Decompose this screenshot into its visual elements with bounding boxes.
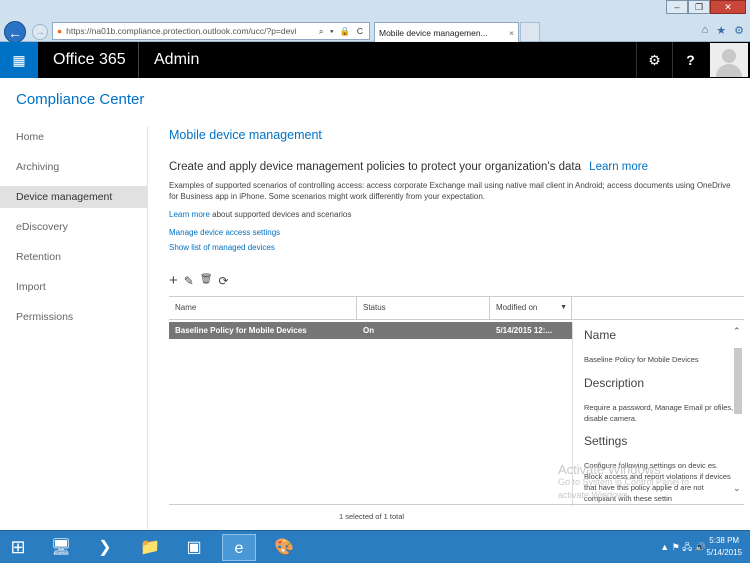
taskbar-ie-icon[interactable]: e <box>222 534 256 561</box>
watermark-title: Activate Windows <box>558 462 661 477</box>
avatar-head <box>722 49 736 63</box>
nav-item-retention[interactable]: Retention <box>0 246 147 268</box>
learn-more-line: Learn more about supported devices and s… <box>169 210 351 219</box>
main-content: Mobile device management Create and appl… <box>169 128 744 252</box>
address-url: https://na01b.compliance.protection.outl… <box>66 26 297 36</box>
scroll-thumb[interactable] <box>734 348 742 414</box>
taskbar-powershell-icon[interactable]: ❯ <box>88 534 122 561</box>
avatar[interactable] <box>710 43 748 77</box>
column-header-modified-label: Modified on <box>496 303 538 312</box>
column-header-name[interactable]: Name <box>169 297 357 319</box>
grid-header: Name Status Modified on ▼ <box>169 296 744 320</box>
clock-date: 5/14/2015 <box>706 548 742 557</box>
headline: Create and apply device management polic… <box>169 161 648 173</box>
column-header-status[interactable]: Status <box>357 297 490 319</box>
headline-learn-more-link[interactable]: Learn more <box>589 161 648 173</box>
start-button[interactable]: ⊞ <box>6 536 30 558</box>
help-icon[interactable]: ? <box>672 42 708 78</box>
section-title[interactable]: Admin <box>154 51 199 69</box>
add-icon[interactable]: + <box>169 273 178 288</box>
delete-icon[interactable]: 🗑 <box>200 274 213 288</box>
favorites-icon[interactable]: ★ <box>716 24 726 37</box>
new-tab-button[interactable] <box>520 22 540 42</box>
app-launcher-icon[interactable]: ▦ <box>0 42 38 78</box>
restore-button[interactable]: ❐ <box>688 0 710 14</box>
browser-chrome: – ❐ ✕ ← → ● https://na01b.compliance.pro… <box>0 0 750 43</box>
site-icon: ● <box>57 26 63 36</box>
taskbar: ⊞ 🖥 ❯ 📁 ▣ e 🎨 ▲ ⚑ 🖧 🔊 5:38 PM 5/14/2015 <box>0 530 750 563</box>
nav-item-archiving[interactable]: Archiving <box>0 156 147 178</box>
page-title: Compliance Center <box>16 91 145 108</box>
close-window-button[interactable]: ✕ <box>710 0 746 14</box>
table-row[interactable]: Baseline Policy for Mobile Devices On 5/… <box>169 322 572 339</box>
row-modified: 5/14/2015 12:... <box>496 326 553 335</box>
show-managed-devices-link[interactable]: Show list of managed devices <box>169 243 275 252</box>
tools-icon[interactable]: ⚙ <box>734 24 744 37</box>
sort-icon[interactable]: ▼ <box>560 297 567 319</box>
grid-toolbar: + ✎ 🗑 ⟳ <box>169 273 229 288</box>
row-status: On <box>363 326 375 335</box>
details-description-value: Require a password, Manage Email pr ofil… <box>584 403 734 423</box>
scroll-up-icon[interactable]: ⌃ <box>733 326 741 337</box>
nav-divider <box>147 126 148 530</box>
taskbar-app-icon[interactable]: ▣ <box>177 534 211 561</box>
details-settings-heading: Settings <box>584 434 628 448</box>
back-button[interactable]: ← <box>4 21 26 43</box>
header-divider <box>138 42 139 78</box>
headline-text: Create and apply device management polic… <box>169 161 581 173</box>
clock[interactable]: 5:38 PM 5/14/2015 <box>706 535 742 559</box>
watermark-line-3: activate Windows. <box>558 490 631 500</box>
learn-more-link[interactable]: Learn more <box>169 210 210 219</box>
browser-toolbar-icons: ⌂ ★ ⚙ <box>702 24 744 37</box>
activation-watermark: Activate Windows Go to System in Control… <box>558 463 689 502</box>
nav-item-device-management[interactable]: Device management <box>0 186 147 208</box>
avatar-body <box>716 64 742 77</box>
details-description-heading: Description <box>584 376 645 390</box>
clock-time: 5:38 PM <box>709 536 740 545</box>
nav-item-home[interactable]: Home <box>0 126 147 148</box>
browser-tab[interactable]: Mobile device managemen... × <box>374 22 519 42</box>
nav-item-import[interactable]: Import <box>0 276 147 298</box>
grid-footer: 1 selected of 1 total <box>169 504 744 524</box>
refresh-icon[interactable]: ⟳ <box>219 274 229 288</box>
learn-more-rest: about supported devices and scenarios <box>209 210 352 219</box>
taskbar-server-manager-icon[interactable]: 🖥 <box>44 534 78 561</box>
settings-icon[interactable]: ⚙ <box>636 42 672 78</box>
details-name-value: Baseline Policy for Mobile Devices <box>584 355 699 364</box>
suite-header: ▦ Office 365 Admin ⚙ ? <box>0 42 750 78</box>
details-scrollbar[interactable]: ⌃ ⌄ <box>732 326 744 504</box>
taskbar-explorer-icon[interactable]: 📁 <box>133 534 167 561</box>
forward-button[interactable]: → <box>32 24 48 40</box>
column-header-modified[interactable]: Modified on ▼ <box>490 297 572 319</box>
home-icon[interactable]: ⌂ <box>702 24 709 37</box>
watermark-line-2: Go to System in Control Panel to <box>558 477 690 487</box>
minimize-button[interactable]: – <box>666 0 688 14</box>
system-tray[interactable]: ▲ ⚑ 🖧 🔊 <box>660 540 706 556</box>
edit-icon[interactable]: ✎ <box>184 274 194 288</box>
row-name: Baseline Policy for Mobile Devices <box>175 326 307 335</box>
nav-item-permissions[interactable]: Permissions <box>0 306 147 328</box>
manage-device-access-link[interactable]: Manage device access settings <box>169 228 280 237</box>
address-icons[interactable]: ⌕ ▾ 🔒 C <box>319 26 369 37</box>
details-name-heading: Name <box>584 328 617 342</box>
brand-title[interactable]: Office 365 <box>53 51 126 69</box>
tab-title: Mobile device managemen... <box>379 27 488 38</box>
address-bar[interactable]: ● https://na01b.compliance.protection.ou… <box>52 22 370 40</box>
content-title: Mobile device management <box>169 128 322 142</box>
tab-close-icon[interactable]: × <box>509 28 514 38</box>
nav-item-ediscovery[interactable]: eDiscovery <box>0 216 147 238</box>
left-nav: Home Archiving Device management eDiscov… <box>0 126 147 336</box>
description: Examples of supported scenarios of contr… <box>169 181 731 201</box>
window-controls: – ❐ ✕ <box>666 0 746 14</box>
taskbar-paint-icon[interactable]: 🎨 <box>267 534 301 561</box>
selection-count: 1 selected of 1 total <box>339 512 405 521</box>
scroll-down-icon[interactable]: ⌄ <box>733 483 741 494</box>
